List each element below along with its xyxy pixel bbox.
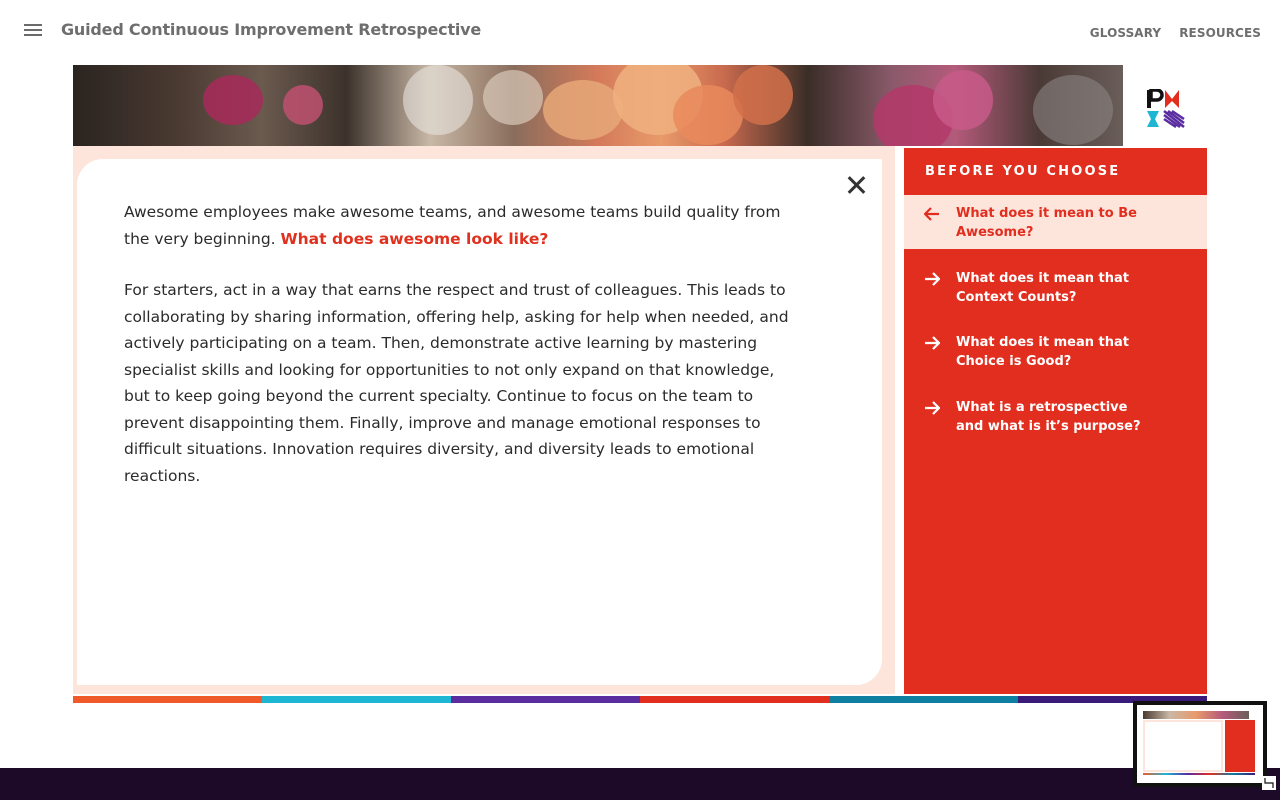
- banner-image: [73, 65, 1123, 146]
- intro-highlight: What does awesome look like?: [280, 229, 549, 248]
- sidebar-item-retrospective-purpose[interactable]: What is a retrospective and what is it’s…: [904, 389, 1207, 443]
- arrow-right-icon: [925, 401, 940, 415]
- page-thumbnail[interactable]: [1133, 701, 1267, 787]
- close-icon[interactable]: [843, 172, 869, 198]
- before-you-choose-panel: BEFORE YOU CHOOSE What does it mean to B…: [904, 148, 1207, 694]
- sidebar-item-context-counts[interactable]: What does it mean that Context Counts?: [904, 260, 1207, 314]
- color-stripe: [451, 696, 640, 703]
- arrow-right-icon: [925, 272, 940, 286]
- pmi-logo: [1147, 89, 1185, 129]
- app-title: Guided Continuous Improvement Retrospect…: [61, 20, 482, 39]
- arrow-right-icon: [925, 336, 940, 350]
- sidebar-item-label: What does it mean that Choice is Good?: [956, 335, 1129, 369]
- sidebar-item-be-awesome[interactable]: What does it mean to Be Awesome?: [904, 195, 1207, 249]
- sidebar-item-label: What does it mean that Context Counts?: [956, 271, 1129, 305]
- glossary-link[interactable]: GLOSSARY: [1090, 26, 1161, 40]
- menu-icon[interactable]: [24, 24, 42, 38]
- resize-corner-icon[interactable]: [1262, 776, 1276, 790]
- sidebar-item-choice-is-good[interactable]: What does it mean that Choice is Good?: [904, 324, 1207, 378]
- sidebar-title: BEFORE YOU CHOOSE: [925, 164, 1121, 179]
- color-stripe: [73, 696, 262, 703]
- color-stripe: [640, 696, 829, 703]
- sidebar-item-label: What is a retrospective and what is it’s…: [956, 400, 1141, 434]
- intro-paragraph: Awesome employees make awesome teams, an…: [124, 199, 804, 252]
- arrow-left-icon: [924, 207, 939, 221]
- top-links: GLOSSARY RESOURCES: [1090, 26, 1261, 40]
- sidebar-item-label: What does it mean to Be Awesome?: [956, 206, 1137, 240]
- footer-bar: [0, 768, 1280, 800]
- color-stripe: [262, 696, 451, 703]
- color-stripe: [829, 696, 1018, 703]
- body-paragraph: For starters, act in a way that earns th…: [124, 281, 789, 485]
- resources-link[interactable]: RESOURCES: [1179, 26, 1261, 40]
- top-bar: Guided Continuous Improvement Retrospect…: [0, 0, 1280, 62]
- thumbnail-preview: [1137, 705, 1263, 783]
